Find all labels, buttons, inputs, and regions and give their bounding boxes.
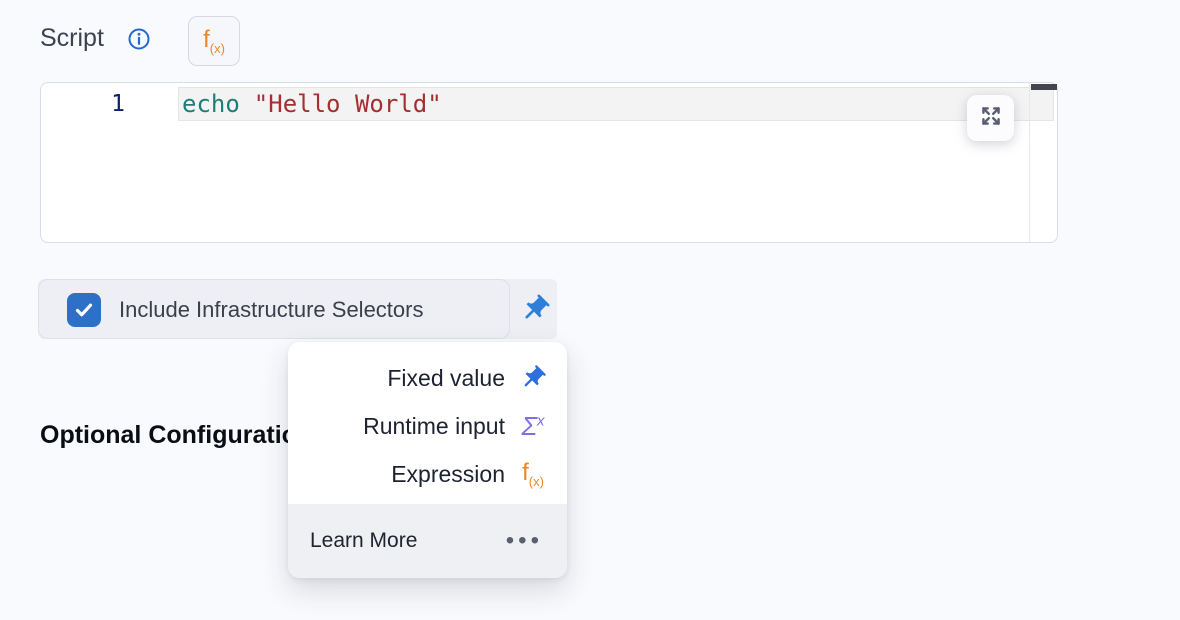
code-command: echo	[182, 90, 240, 118]
learn-more-link[interactable]: Learn More	[310, 529, 417, 553]
expand-editor-button[interactable]	[967, 95, 1014, 141]
scrollbar-track	[1029, 83, 1030, 242]
menu-item-label: Expression	[391, 461, 505, 488]
value-type-menu: Fixed value Runtime input Σx Expression	[288, 342, 567, 578]
scrollbar-cursor-marker[interactable]	[1031, 84, 1057, 90]
expand-icon	[978, 103, 1004, 134]
menu-item-runtime-input[interactable]: Runtime input Σx	[288, 402, 567, 450]
code-string: "Hello World"	[254, 90, 442, 118]
sigma-icon: Σx	[517, 411, 549, 442]
checkbox-label: Include Infrastructure Selectors	[119, 280, 423, 340]
optional-configuration-heading: Optional Configuration	[40, 421, 312, 450]
pin-icon	[517, 364, 549, 392]
menu-item-label: Fixed value	[387, 365, 505, 392]
menu-item-expression[interactable]: Expression f(x)	[288, 450, 567, 498]
checkbox-field-group: Include Infrastructure Selectors	[38, 279, 510, 339]
menu-footer: Learn More •••	[288, 504, 567, 578]
menu-item-label: Runtime input	[363, 413, 505, 440]
code-line[interactable]: echo "Hello World"	[182, 90, 442, 118]
pin-icon[interactable]	[519, 293, 551, 325]
fx-icon: f(x)	[517, 459, 549, 489]
fx-icon: f(x)	[203, 26, 225, 56]
info-icon[interactable]	[127, 27, 151, 51]
include-infrastructure-selectors-checkbox[interactable]	[67, 293, 101, 327]
script-code-editor[interactable]: 1 echo "Hello World"	[40, 82, 1058, 243]
line-number: 1	[41, 91, 125, 117]
script-expression-toggle-button[interactable]: f(x)	[188, 16, 240, 66]
checkmark-icon	[72, 298, 96, 322]
menu-item-fixed-value[interactable]: Fixed value	[288, 354, 567, 402]
infrastructure-selectors-field: Include Infrastructure Selectors	[38, 279, 557, 339]
more-options-icon[interactable]: •••	[506, 527, 543, 555]
script-field-label: Script	[40, 24, 104, 53]
